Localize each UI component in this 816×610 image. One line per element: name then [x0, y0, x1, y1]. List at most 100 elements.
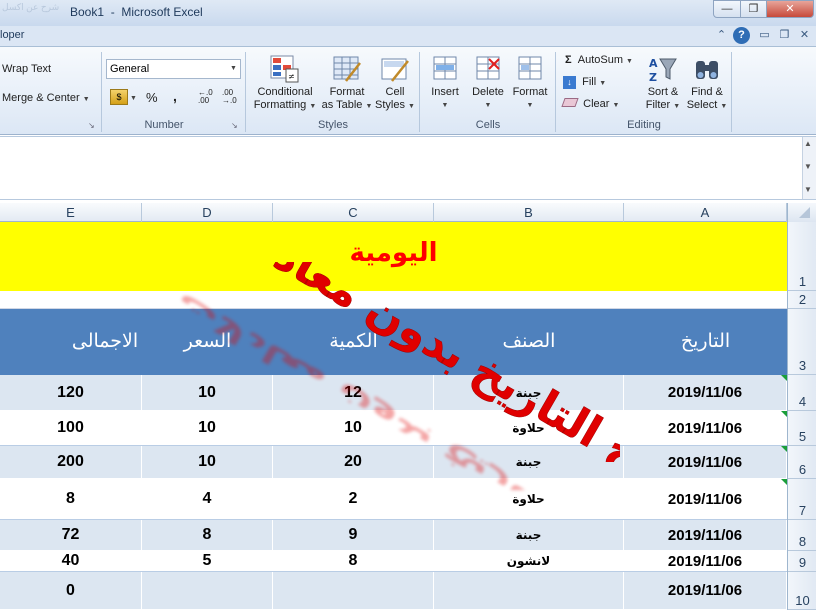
cell-date[interactable]: 2019/11/06	[624, 479, 787, 519]
cell-price[interactable]: 10	[142, 411, 273, 445]
decrease-decimal-icon[interactable]: .00 →.0	[222, 89, 237, 105]
restore-button[interactable]: ❐	[740, 0, 767, 18]
empty-row[interactable]	[0, 291, 787, 309]
scroll-down-icon[interactable]: ▼	[804, 185, 812, 194]
row-header[interactable]: 7	[788, 479, 816, 520]
clear-button[interactable]: Clear ▼	[561, 98, 619, 110]
cell-total[interactable]: 72	[0, 520, 142, 550]
cell-total[interactable]: 120	[0, 375, 142, 410]
dropdown-arrow-icon[interactable]: ▼	[130, 95, 137, 102]
sort-filter-button[interactable]: AZ Sort & Filter ▼	[641, 55, 685, 113]
help-icon[interactable]: ?	[733, 27, 750, 44]
cell-item[interactable]: جبنة	[434, 446, 624, 478]
table-row[interactable]: 200 10 20 جبنة 2019/11/06	[0, 446, 787, 479]
find-select-button[interactable]: Find & Select ▼	[686, 55, 728, 113]
merge-center-button[interactable]: Merge & Center ▼	[2, 92, 90, 104]
scroll-middle-icon[interactable]: ▼	[804, 162, 812, 171]
delete-button[interactable]: Delete ▼	[468, 55, 508, 112]
chevron-down-icon[interactable]: ▼	[227, 60, 240, 78]
error-indicator-icon[interactable]	[781, 375, 787, 381]
column-header-c[interactable]: C	[273, 203, 434, 222]
cell-date[interactable]: 2019/11/06	[624, 520, 787, 550]
cell-qty[interactable]: 2	[273, 479, 434, 519]
cell-item[interactable]	[434, 572, 624, 609]
table-row[interactable]: 8 4 2 حلاوة 2019/11/06	[0, 479, 787, 520]
cell-price[interactable]: 10	[142, 446, 273, 478]
ribbon-collapse-icon[interactable]: ⌃	[713, 27, 730, 44]
minimize-button[interactable]: —	[713, 0, 741, 18]
column-header-e[interactable]: E	[0, 203, 142, 222]
comma-button[interactable]: ,	[173, 88, 177, 104]
formula-bar-scrollbar[interactable]: ▲ ▼ ▼	[802, 137, 816, 199]
row-header[interactable]: 8	[788, 520, 816, 551]
column-header-d[interactable]: D	[142, 203, 273, 222]
conditional-formatting-button[interactable]: ≠ Conditional Formatting ▼	[250, 55, 320, 113]
cell-styles-button[interactable]: Cell Styles ▼	[374, 55, 416, 113]
accounting-format-icon[interactable]: $	[110, 89, 128, 105]
percent-button[interactable]: %	[146, 90, 158, 105]
cell-item[interactable]: لانشون	[434, 551, 624, 571]
row-header[interactable]: 5	[788, 411, 816, 446]
row-header[interactable]: 6	[788, 446, 816, 479]
column-header-a[interactable]: A	[624, 203, 787, 222]
row-header[interactable]: 3	[788, 309, 816, 375]
cell-price[interactable]: 8	[142, 520, 273, 550]
row-header[interactable]: 9	[788, 551, 816, 572]
cell-date[interactable]: 2019/11/06	[624, 572, 787, 609]
dialog-launcher-icon[interactable]: ↘	[88, 121, 95, 130]
cell-qty[interactable]: 8	[273, 551, 434, 571]
format-button[interactable]: Format ▼	[509, 55, 551, 112]
dialog-launcher-icon[interactable]: ↘	[231, 121, 238, 130]
cell-item[interactable]: حلاوة	[434, 411, 624, 445]
formula-bar-area[interactable]	[0, 136, 816, 200]
cell-qty[interactable]: 9	[273, 520, 434, 550]
fill-button[interactable]: ↓ Fill ▼	[563, 76, 606, 89]
select-all-corner[interactable]	[787, 203, 816, 222]
row-header[interactable]: 1	[788, 222, 816, 291]
cell-total[interactable]: 0	[0, 572, 142, 609]
cell-price[interactable]: 4	[142, 479, 273, 519]
cell-total[interactable]: 200	[0, 446, 142, 478]
autosum-button[interactable]: Σ AutoSum ▼	[565, 54, 633, 66]
cell-price[interactable]: 10	[142, 375, 273, 410]
doc-restore-icon[interactable]: ❐	[776, 27, 793, 44]
cell-qty[interactable]: 12	[273, 375, 434, 410]
error-indicator-icon[interactable]	[781, 411, 787, 417]
cell-item[interactable]: حلاوة	[434, 479, 624, 519]
cell-price[interactable]	[142, 572, 273, 609]
cell-total[interactable]: 40	[0, 551, 142, 571]
table-row[interactable]: 40 5 8 لانشون 2019/11/06	[0, 551, 787, 572]
cell-item[interactable]: جبنة	[434, 375, 624, 410]
increase-decimal-icon[interactable]: ←.0.00	[198, 89, 213, 105]
column-header-b[interactable]: B	[434, 203, 624, 222]
cell-qty[interactable]	[273, 572, 434, 609]
row-header[interactable]: 10	[788, 572, 816, 610]
close-button[interactable]: ✕	[766, 0, 814, 18]
cell-price[interactable]: 5	[142, 551, 273, 571]
row-header[interactable]: 4	[788, 375, 816, 411]
cell-date[interactable]: 2019/11/06	[624, 411, 787, 445]
cell-total[interactable]: 100	[0, 411, 142, 445]
table-row[interactable]: 0 2019/11/06	[0, 572, 787, 610]
error-indicator-icon[interactable]	[781, 446, 787, 452]
number-format-select[interactable]: General	[106, 59, 241, 79]
wrap-text-button[interactable]: Wrap Text	[2, 63, 51, 75]
table-row[interactable]: 120 10 12 جبنة 2019/11/06	[0, 375, 787, 411]
cell-qty[interactable]: 20	[273, 446, 434, 478]
cell-date[interactable]: 2019/11/06	[624, 375, 787, 410]
format-as-table-button[interactable]: Format as Table ▼	[321, 55, 373, 113]
insert-button[interactable]: Insert ▼	[424, 55, 466, 112]
cell-qty[interactable]: 10	[273, 411, 434, 445]
row-header[interactable]: 2	[788, 291, 816, 309]
cell-date[interactable]: 2019/11/06	[624, 446, 787, 478]
error-indicator-icon[interactable]	[781, 479, 787, 485]
scroll-up-icon[interactable]: ▲	[804, 139, 812, 148]
cell-item[interactable]: جبنة	[434, 520, 624, 550]
tab-developer[interactable]: loper	[0, 29, 24, 41]
cell-date[interactable]: 2019/11/06	[624, 551, 787, 571]
table-row[interactable]: 72 8 9 جبنة 2019/11/06	[0, 520, 787, 551]
table-row[interactable]: 100 10 10 حلاوة 2019/11/06	[0, 411, 787, 446]
cell-total[interactable]: 8	[0, 479, 142, 519]
doc-minimize-icon[interactable]: ▭	[756, 27, 773, 44]
doc-close-icon[interactable]: ✕	[796, 27, 813, 44]
